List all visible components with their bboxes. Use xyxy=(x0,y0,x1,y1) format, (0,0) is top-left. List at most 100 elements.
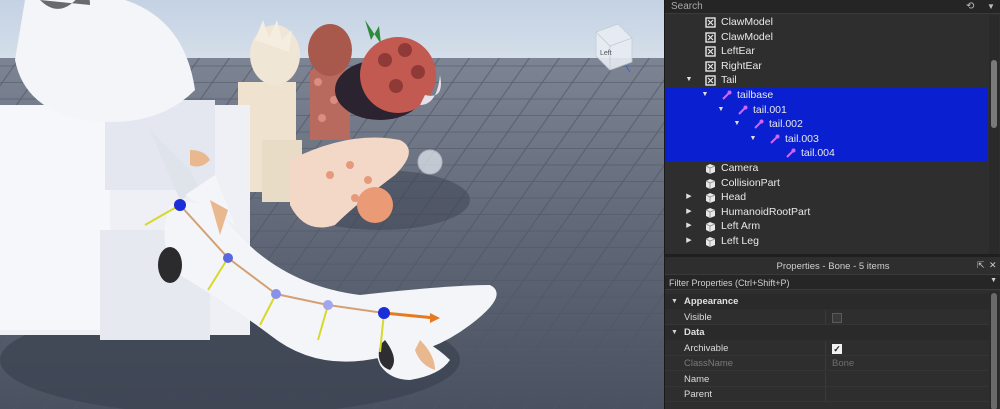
explorer-item-label: Head xyxy=(721,191,747,204)
expand-arrow-icon[interactable]: ▶ xyxy=(685,234,693,249)
explorer-item-label: CollisionPart xyxy=(721,176,780,189)
explorer-item-label: Left Arm xyxy=(721,220,761,233)
explorer-item-clawmodel[interactable]: ClawModel xyxy=(665,15,987,30)
explorer-item-tailbase[interactable]: ▼ tailbase xyxy=(665,88,987,103)
visible-checkbox[interactable] xyxy=(832,312,842,323)
explorer-item-label: tail.004 xyxy=(801,147,835,160)
close-icon[interactable]: ✕ xyxy=(989,260,997,271)
bone-icon xyxy=(737,105,748,116)
model-icon xyxy=(705,61,716,72)
part-icon xyxy=(705,236,716,247)
explorer-item-label: tailbase xyxy=(737,89,774,101)
explorer-item-label: ClawModel xyxy=(721,30,773,43)
explorer-item-label: tail.003 xyxy=(785,132,819,145)
expand-arrow-icon[interactable]: ▶ xyxy=(685,219,693,234)
explorer-item-clawmodel[interactable]: ClawModel xyxy=(665,30,987,45)
explorer-item-label: HumanoidRootPart xyxy=(721,205,811,218)
explorer-scrollbar-thumb[interactable] xyxy=(991,60,997,128)
explorer-item-left-leg[interactable]: ▶ Left Leg xyxy=(665,234,987,249)
scene[interactable]: Left xyxy=(0,0,664,409)
bone-icon xyxy=(785,148,796,159)
bone-joint-tail-004[interactable] xyxy=(378,307,390,319)
column-divider xyxy=(825,371,826,387)
expand-arrow-icon[interactable]: ▶ xyxy=(685,190,693,205)
part-icon xyxy=(705,163,716,174)
properties-scrollbar-thumb[interactable] xyxy=(991,293,997,409)
explorer-item-label: ClawModel xyxy=(721,16,773,28)
explorer-item-humanoidrootpart[interactable]: ▶ HumanoidRootPart xyxy=(665,205,987,220)
studio-side-panel: ⟲ ▼ ClawModel ClawModel LeftEarRightEar ▼ Ta… xyxy=(664,0,1000,409)
collapse-arrow-icon[interactable]: ▼ xyxy=(749,132,757,147)
bone-joint-tail-003[interactable] xyxy=(323,300,333,310)
explorer-item-label: LeftEar xyxy=(721,45,755,58)
explorer-item-head[interactable]: ▶ Head xyxy=(665,190,987,205)
row-separator xyxy=(665,401,989,402)
property-name: Archivable xyxy=(684,342,729,354)
bone-joint-tail-001[interactable] xyxy=(223,253,233,263)
property-row-name[interactable]: Name xyxy=(665,371,989,387)
explorer-item-tail-002[interactable]: ▼ tail.002 xyxy=(665,117,987,132)
explorer-item-collisionpart[interactable]: CollisionPart xyxy=(665,176,987,191)
explorer-item-label: Tail xyxy=(721,74,737,87)
expand-arrow-icon[interactable]: ▶ xyxy=(685,205,693,220)
explorer-item-leftear[interactable]: LeftEar xyxy=(665,44,987,59)
explorer-item-label: Camera xyxy=(721,162,759,174)
column-divider xyxy=(825,356,826,371)
explorer-item-label: tail.001 xyxy=(753,103,787,116)
explorer-scrollbar[interactable] xyxy=(989,15,999,254)
collapse-arrow-icon[interactable]: ▼ xyxy=(685,73,693,88)
explorer-search-input[interactable] xyxy=(671,0,951,13)
bone-icon xyxy=(753,119,764,130)
property-category-appearance[interactable]: ▼ Appearance xyxy=(665,294,989,309)
property-row-visible[interactable]: Visible xyxy=(665,309,989,325)
explorer-item-camera[interactable]: Camera xyxy=(665,161,987,176)
column-divider xyxy=(825,387,826,402)
properties-scrollbar[interactable] xyxy=(989,291,999,409)
model-icon xyxy=(705,31,716,43)
properties-panel: Properties - Bone - 5 items ⇱ ✕ ▼ ▼ Appea… xyxy=(665,254,1000,409)
collapse-arrow-icon[interactable]: ▼ xyxy=(717,103,725,118)
explorer-item-label: tail.002 xyxy=(769,118,803,131)
collapse-arrow-icon[interactable]: ▼ xyxy=(733,117,741,132)
property-row-classname[interactable]: ClassName Bone xyxy=(665,356,989,371)
filter-properties-input[interactable] xyxy=(669,276,969,289)
property-name: Name xyxy=(684,373,710,385)
chevron-down-icon[interactable]: ▼ xyxy=(987,0,995,13)
property-value: Bone xyxy=(832,358,855,369)
model-icon xyxy=(705,46,716,57)
explorer-panel: ⟲ ▼ ClawModel ClawModel LeftEarRightEar ▼ Ta… xyxy=(665,0,1000,254)
collapse-arrow-icon[interactable]: ▼ xyxy=(701,88,709,103)
collapse-arrow-icon[interactable]: ▼ xyxy=(671,325,678,340)
part-icon xyxy=(705,207,716,218)
property-row-parent[interactable]: Parent xyxy=(665,387,989,402)
property-category-data[interactable]: ▼ Data xyxy=(665,325,989,340)
explorer-item-tail[interactable]: ▼ Tail xyxy=(665,73,987,88)
chevron-down-icon[interactable]: ▼ xyxy=(990,277,997,284)
undock-icon[interactable]: ⇱ xyxy=(977,260,985,271)
part-icon xyxy=(705,192,716,204)
explorer-tree[interactable]: ClawModel ClawModel LeftEar RightEar ▼ Tail ▼ t… xyxy=(665,15,987,254)
explorer-item-tail-001[interactable]: ▼ tail.001 xyxy=(665,102,987,118)
explorer-item-label: Left Leg xyxy=(721,235,759,247)
explorer-item-left-arm[interactable]: ▶ Left Arm xyxy=(665,219,987,234)
model-icon xyxy=(705,75,716,87)
explorer-item-tail-003[interactable]: ▼ tail.003 xyxy=(665,131,987,147)
column-divider xyxy=(825,309,826,325)
bone-joint-tailbase[interactable] xyxy=(174,199,186,211)
viewport-3d[interactable]: Left xyxy=(0,0,664,409)
explorer-search-bar: ⟲ ▼ xyxy=(665,0,1000,14)
bone-icon xyxy=(769,134,780,145)
property-category-label: Data xyxy=(684,327,705,338)
property-row-archivable[interactable]: Archivable ✓ xyxy=(665,340,989,356)
explorer-item-tail-004[interactable]: tail.004 xyxy=(665,146,987,161)
column-divider xyxy=(825,340,826,356)
archivable-checkbox[interactable]: ✓ xyxy=(832,343,842,354)
collapse-arrow-icon[interactable]: ▼ xyxy=(671,294,678,309)
property-name: Visible xyxy=(684,311,712,323)
property-name: Parent xyxy=(684,389,712,400)
explorer-item-rightear[interactable]: RightEar xyxy=(665,59,987,74)
history-icon[interactable]: ⟲ xyxy=(966,0,974,13)
bone-joint-tail-002[interactable] xyxy=(271,289,281,299)
property-category-label: Appearance xyxy=(684,296,739,307)
view-cube-face-label: Left xyxy=(600,50,612,57)
